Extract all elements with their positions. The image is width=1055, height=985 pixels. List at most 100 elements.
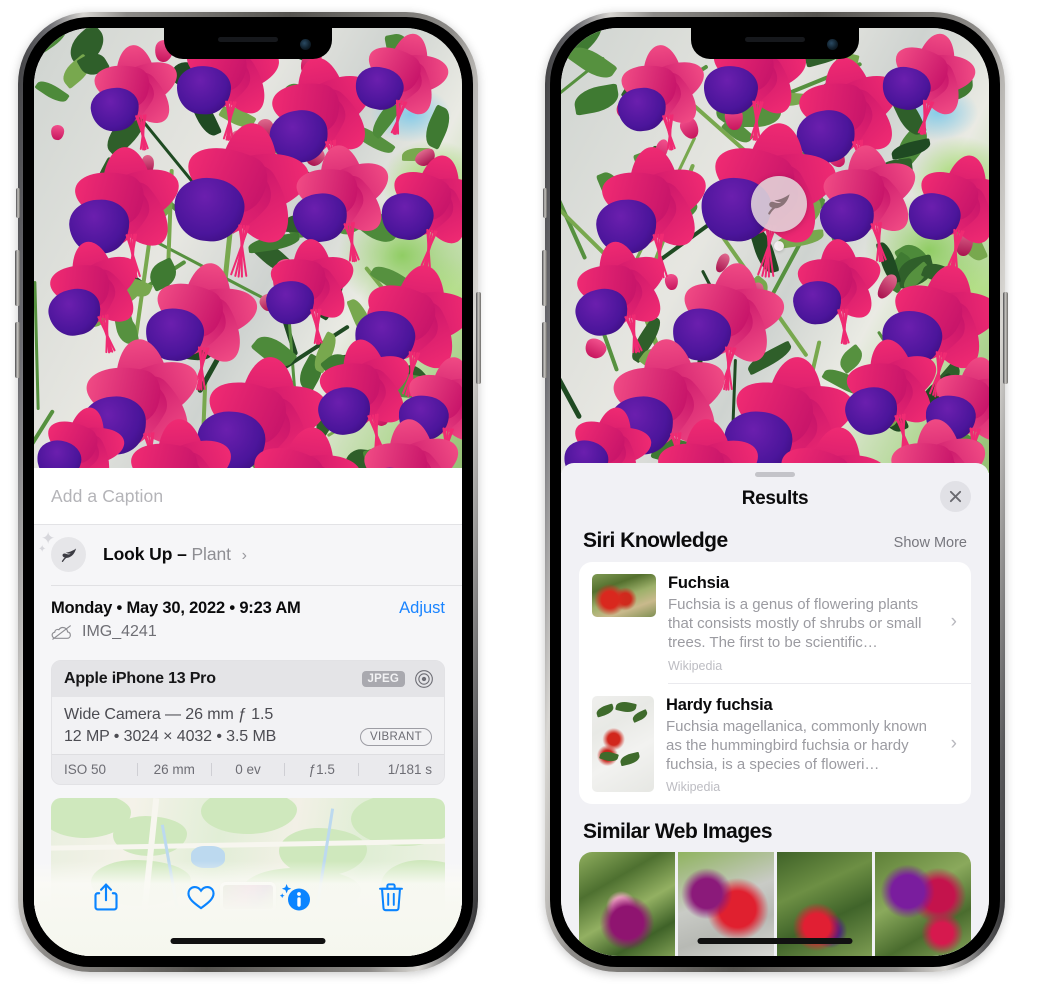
- volume-down-button[interactable]: [15, 322, 20, 378]
- volume-down-button[interactable]: [542, 322, 547, 378]
- knowledge-title: Hardy fuchsia: [666, 695, 773, 714]
- photo-bud: [49, 124, 65, 141]
- size-row: 12 MP • 3024 × 4032 • 3.5 MB VIBRANT: [64, 728, 432, 746]
- similar-web-images-header: Similar Web Images: [561, 804, 989, 850]
- adjust-button[interactable]: Adjust: [399, 599, 445, 618]
- photo-blossom: [615, 42, 712, 151]
- photo-blossom: [377, 149, 462, 268]
- power-button[interactable]: [1003, 292, 1008, 384]
- leaf-icon: [61, 548, 76, 562]
- power-button[interactable]: [476, 292, 481, 384]
- knowledge-title: Fuchsia: [668, 574, 729, 592]
- earpiece-speaker: [218, 37, 278, 42]
- photo-blossom: [904, 149, 989, 268]
- look-up-dash: –: [177, 544, 187, 564]
- show-more-button[interactable]: Show More: [894, 535, 967, 551]
- section-title: Similar Web Images: [583, 820, 773, 844]
- info-button[interactable]: [274, 875, 318, 919]
- heart-icon: [186, 885, 215, 909]
- info-sparkle-icon: [279, 884, 310, 911]
- home-indicator-right[interactable]: [697, 938, 853, 944]
- phone-bezel-left: Add a Caption ✦ ✦ Look Up – Plant › Mond…: [23, 17, 473, 967]
- photo-metadata-block: Monday • May 30, 2022 • 9:23 AM Adjust I…: [34, 586, 462, 651]
- knowledge-source: Wikipedia: [668, 658, 723, 673]
- lens-info: Wide Camera — 26 mm ƒ 1.5: [64, 706, 274, 723]
- knowledge-thumbnail: [592, 695, 654, 792]
- share-icon: [93, 883, 118, 911]
- notch-left: [164, 28, 332, 59]
- close-icon: [949, 490, 962, 503]
- exif-stat: 26 mm: [153, 762, 195, 777]
- photo-stem: [561, 158, 588, 261]
- photo-canvas: [34, 28, 462, 483]
- front-camera: [300, 39, 311, 50]
- exif-stat: ƒ1.5: [308, 762, 335, 777]
- screenshot-stage: Add a Caption ✦ ✦ Look Up – Plant › Mond…: [0, 0, 1055, 985]
- camera-device: Apple iPhone 13 Pro: [64, 670, 216, 687]
- photographic-style-badge: VIBRANT: [360, 728, 432, 746]
- volume-up-button[interactable]: [542, 250, 547, 306]
- filename-row: IMG_4241: [51, 623, 445, 641]
- section-title: Siri Knowledge: [583, 529, 728, 552]
- volume-up-button[interactable]: [15, 250, 20, 306]
- front-camera: [827, 39, 838, 50]
- close-button[interactable]: [940, 481, 971, 512]
- look-up-subject: Plant: [191, 544, 231, 564]
- metadata-header: Monday • May 30, 2022 • 9:23 AM Adjust: [51, 599, 445, 618]
- favorite-button[interactable]: [179, 875, 223, 919]
- photo-blossom: [568, 233, 677, 353]
- knowledge-item[interactable]: Fuchsia Fuchsia is a genus of flowering …: [579, 562, 971, 683]
- knowledge-item[interactable]: Hardy fuchsia Fuchsia magellanica, commo…: [579, 684, 971, 805]
- chevron-right-icon: ›: [950, 732, 957, 754]
- web-image-thumbnail[interactable]: [579, 852, 675, 956]
- aperture-icon: [415, 670, 433, 688]
- knowledge-description: Fuchsia magellanica, commonly known as t…: [666, 717, 927, 773]
- sparkle-small-icon: ✦: [38, 544, 47, 555]
- photo-blossom: [878, 28, 983, 136]
- web-image-thumbnail[interactable]: [875, 852, 971, 956]
- format-badge: JPEG: [361, 671, 405, 687]
- iphone-right: Results Siri Knowledge Show More Fuchsia…: [542, 12, 1008, 972]
- exif-card: Apple iPhone 13 Pro JPEG Wide Camera — 2…: [51, 660, 445, 785]
- photo-corolla: [791, 279, 843, 326]
- exif-header-badges: JPEG: [361, 669, 434, 689]
- photo-leaf: [34, 28, 72, 54]
- silence-switch[interactable]: [16, 188, 20, 218]
- look-up-title: Look Up: [103, 544, 173, 564]
- silence-switch[interactable]: [543, 188, 547, 218]
- phone-bezel-right: Results Siri Knowledge Show More Fuchsia…: [550, 17, 1000, 967]
- look-up-row[interactable]: ✦ ✦ Look Up – Plant ›: [34, 525, 462, 585]
- notch-right: [691, 28, 859, 59]
- chevron-right-icon: ›: [241, 547, 247, 564]
- exif-stat: 1/181 s: [387, 762, 432, 777]
- share-button[interactable]: [84, 875, 128, 919]
- size-info: 12 MP • 3024 × 4032 • 3.5 MB: [64, 728, 277, 745]
- photo-stem: [34, 280, 40, 410]
- knowledge-text: Hardy fuchsia Fuchsia magellanica, commo…: [666, 696, 959, 795]
- photo-leaf: [572, 83, 622, 117]
- visual-lookup-badge[interactable]: [751, 176, 807, 232]
- exif-stat: ISO 50: [64, 762, 107, 777]
- knowledge-description: Fuchsia is a genus of flowering plants t…: [668, 596, 922, 652]
- chevron-right-icon: ›: [950, 611, 957, 633]
- photo-blossom: [791, 237, 888, 345]
- siri-knowledge-card: Fuchsia Fuchsia is a genus of flowering …: [579, 562, 971, 805]
- results-sheet: Results Siri Knowledge Show More Fuchsia…: [561, 463, 989, 956]
- iphone-left: Add a Caption ✦ ✦ Look Up – Plant › Mond…: [15, 12, 481, 972]
- photo-canvas: [561, 28, 989, 473]
- photo-fuchsia-right[interactable]: [561, 28, 989, 473]
- visual-lookup-anchor-dot: [774, 241, 784, 251]
- icloud-slash-icon: [51, 624, 71, 640]
- photo-blossom: [264, 237, 361, 345]
- photo-blossom: [817, 140, 925, 263]
- knowledge-text: Fuchsia Fuchsia is a genus of flowering …: [668, 574, 959, 673]
- siri-knowledge-header: Siri Knowledge Show More: [561, 521, 989, 562]
- photo-corolla: [702, 64, 760, 117]
- home-indicator-left[interactable]: [170, 938, 326, 944]
- caption-field[interactable]: Add a Caption: [34, 468, 462, 524]
- knowledge-thumbnail: [592, 574, 656, 617]
- capture-date: Monday • May 30, 2022 • 9:23 AM: [51, 599, 301, 617]
- photo-fuchsia-left[interactable]: [34, 28, 462, 483]
- earpiece-speaker: [745, 37, 805, 42]
- delete-button[interactable]: [369, 875, 413, 919]
